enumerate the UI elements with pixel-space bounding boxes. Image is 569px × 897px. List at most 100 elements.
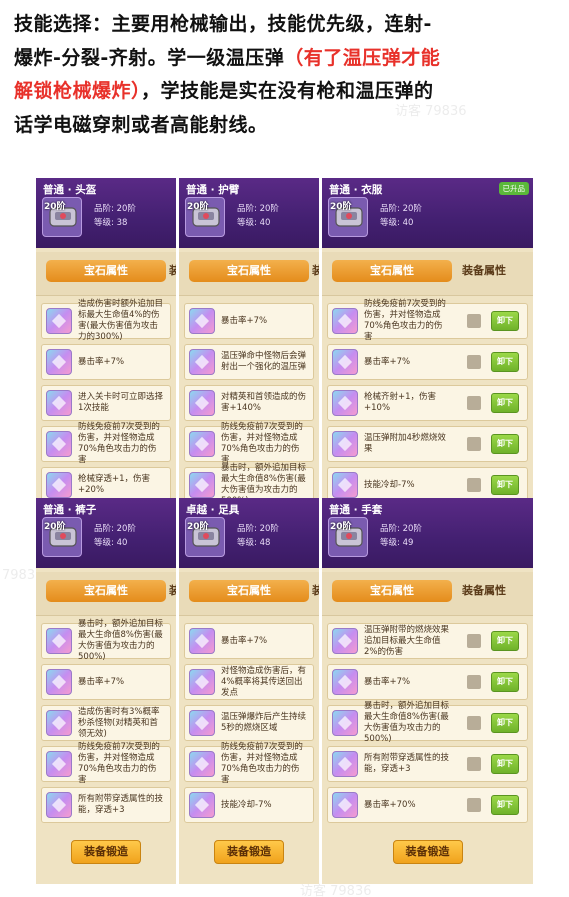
gem-row: 进入关卡时可立即选择1次技能 (41, 385, 171, 421)
equipment-grade: 品阶: 20阶 (237, 522, 279, 534)
gem-icon (189, 669, 215, 695)
equipment-grade: 品阶: 20阶 (237, 202, 279, 214)
gem-description: 枪械穿透+1，伤害+20% (78, 474, 151, 495)
article-text: 技能选择：主要用枪械输出，技能优先级，连射- 爆炸-分裂-齐射。学一级温压弹（有… (14, 8, 554, 142)
unload-button[interactable]: 卸下 (491, 434, 519, 454)
equipment-level: 等级: 40 (94, 536, 127, 548)
gem-row: 暴击率+70% 卸下 (327, 787, 528, 823)
gem-description: 防线免疫前7次受到的伤害，并对怪物造成70%角色攻击力的伤害 (221, 742, 303, 785)
gem-icon (332, 308, 358, 334)
equipment-name: 普通 · 衣服 (329, 184, 383, 196)
lock-icon[interactable] (467, 798, 481, 812)
gem-row: 对怪物造成伤害后，有4%概率将其传送回出发点 (184, 664, 314, 700)
equipment-header: 普通 · 手套 20阶 品阶: 20阶 等级: 49 (322, 498, 533, 568)
level-value: 48 (259, 538, 271, 548)
gem-description: 防线免疫前7次受到的伤害，并对怪物造成70%角色攻击力的伤害 (78, 422, 160, 465)
equipment-header: 普通 · 裤子 20阶 品阶: 20阶 等级: 40 (36, 498, 176, 568)
lock-icon[interactable] (467, 716, 481, 730)
gem-icon (46, 431, 72, 457)
gem-description: 暴击率+7% (221, 315, 268, 326)
grade-label: 品阶: (237, 524, 257, 534)
equipment-level: 等级: 48 (237, 536, 270, 548)
forge-button[interactable]: 装备锻造 (214, 840, 284, 864)
equipment-stage: 20阶 (330, 202, 352, 212)
unload-button[interactable]: 卸下 (491, 631, 519, 651)
unload-button[interactable]: 卸下 (491, 754, 519, 774)
level-value: 38 (116, 218, 128, 228)
equipment-panel: 普通 · 衣服 已升品 20阶 品阶: 20阶 等级: 40 宝石属性 装备属性 防线免疫前7… (322, 178, 533, 500)
tab-equip-attributes[interactable]: 装备属性 (462, 260, 506, 282)
gem-row: 对精英和首领造成的伤害+140% (184, 385, 314, 421)
tab-gem-attributes[interactable]: 宝石属性 (332, 580, 452, 602)
unload-button[interactable]: 卸下 (491, 795, 519, 815)
attribute-tabs: 宝石属性装 (179, 572, 319, 616)
gem-row: 防线免疫前7次受到的伤害，并对怪物造成70%角色攻击力的伤害 (184, 422, 314, 465)
equipment-stage: 20阶 (187, 202, 209, 212)
lock-icon[interactable] (467, 478, 481, 492)
tab-gem-attributes[interactable]: 宝石属性 (46, 580, 166, 602)
tab-gem-attributes[interactable]: 宝石属性 (189, 580, 309, 602)
attribute-tabs: 宝石属性装 (36, 572, 176, 616)
gem-description: 暴击时，额外追加目标最大生命值8%伤害(最大伤害值为攻击力的500%) (364, 701, 450, 744)
level-value: 40 (259, 218, 271, 228)
gem-row: 温压弹爆炸后产生持续5秒的燃烧区域 (184, 705, 314, 741)
equipment-stage: 20阶 (44, 522, 66, 532)
tab-gem-attributes[interactable]: 宝石属性 (46, 260, 166, 282)
tab-equip-attributes[interactable]: 装备属性 (462, 580, 506, 602)
gem-icon (332, 431, 358, 457)
gem-description: 枪械齐射+1，伤害+10% (364, 392, 437, 413)
gem-row: 防线免疫前7次受到的伤害，并对怪物造成70%角色攻击力的伤害 (184, 742, 314, 785)
gem-row: 技能冷却-7% 卸下 (327, 467, 528, 500)
lock-icon[interactable] (467, 675, 481, 689)
tab-gem-attributes[interactable]: 宝石属性 (332, 260, 452, 282)
unload-button[interactable]: 卸下 (491, 311, 519, 331)
equipment-level: 等级: 49 (380, 536, 413, 548)
gem-icon (46, 349, 72, 375)
level-label: 等级: (380, 218, 400, 228)
unload-button[interactable]: 卸下 (491, 672, 519, 692)
unload-button[interactable]: 卸下 (491, 713, 519, 733)
unload-button[interactable]: 卸下 (491, 393, 519, 413)
article-line-3: 解锁枪械爆炸），学技能是实在没有枪和温压弹的 (14, 75, 554, 109)
tab-equip-attributes[interactable]: 装 (312, 260, 319, 282)
grade-label: 品阶: (237, 204, 257, 214)
tab-equip-attributes[interactable]: 装 (312, 580, 319, 602)
gem-icon (189, 349, 215, 375)
gem-description: 所有附带穿透属性的技能，穿透+3 (78, 794, 164, 815)
unload-button[interactable]: 卸下 (491, 352, 519, 372)
equipment-name: 普通 · 裤子 (43, 504, 97, 516)
tab-equip-attributes[interactable]: 装 (169, 580, 176, 602)
attribute-tabs: 宝石属性 装备属性 (322, 252, 533, 296)
equipment-panel: 普通 · 护臂 20阶 品阶: 20阶 等级: 40 宝石属性装暴击率+7% 温压弹命中怪… (179, 178, 319, 500)
equipment-name: 普通 · 手套 (329, 504, 383, 516)
equipment-stage: 20阶 (187, 522, 209, 532)
equipment-grade: 品阶: 20阶 (94, 202, 136, 214)
gem-row: 暴击率+7% 卸下 (327, 344, 528, 380)
lock-icon[interactable] (467, 396, 481, 410)
lock-icon[interactable] (467, 757, 481, 771)
gem-description: 造成伤害时有3%概率秒杀怪物(对精英和首领无效) (78, 706, 160, 739)
lock-icon[interactable] (467, 634, 481, 648)
gem-icon (332, 751, 358, 777)
lock-icon[interactable] (467, 437, 481, 451)
grade-value: 20阶 (402, 524, 422, 534)
forge-button[interactable]: 装备锻造 (392, 840, 463, 864)
lock-icon[interactable] (467, 355, 481, 369)
gem-row: 暴击率+7% (184, 303, 314, 339)
tab-equip-attributes[interactable]: 装 (169, 260, 176, 282)
tab-gem-attributes[interactable]: 宝石属性 (189, 260, 309, 282)
gem-description: 暴击时，额外追加目标最大生命值8%伤害(最大伤害值为攻击力的500%) (221, 463, 307, 500)
forge-button[interactable]: 装备锻造 (71, 840, 141, 864)
gem-row: 暴击时，额外追加目标最大生命值8%伤害(最大伤害值为攻击力的500%) (184, 463, 314, 500)
gem-icon (189, 431, 215, 457)
gem-icon (46, 710, 72, 736)
gem-description: 防线免疫前7次受到的伤害，并对怪物造成70%角色攻击力的伤害 (364, 299, 446, 342)
gem-description: 暴击率+7% (78, 356, 125, 367)
unload-button[interactable]: 卸下 (491, 475, 519, 495)
level-label: 等级: (94, 538, 114, 548)
gem-row: 造成伤害时额外追加目标最大生命值4%的伤害(最大伤害值为攻击力的300%) (41, 299, 171, 342)
lock-icon[interactable] (467, 314, 481, 328)
gem-row: 温压弹命中怪物后会弹射出一个强化的温压弹 (184, 344, 314, 380)
gem-icon (189, 472, 215, 498)
equipment-name: 卓越 · 足具 (186, 504, 240, 516)
